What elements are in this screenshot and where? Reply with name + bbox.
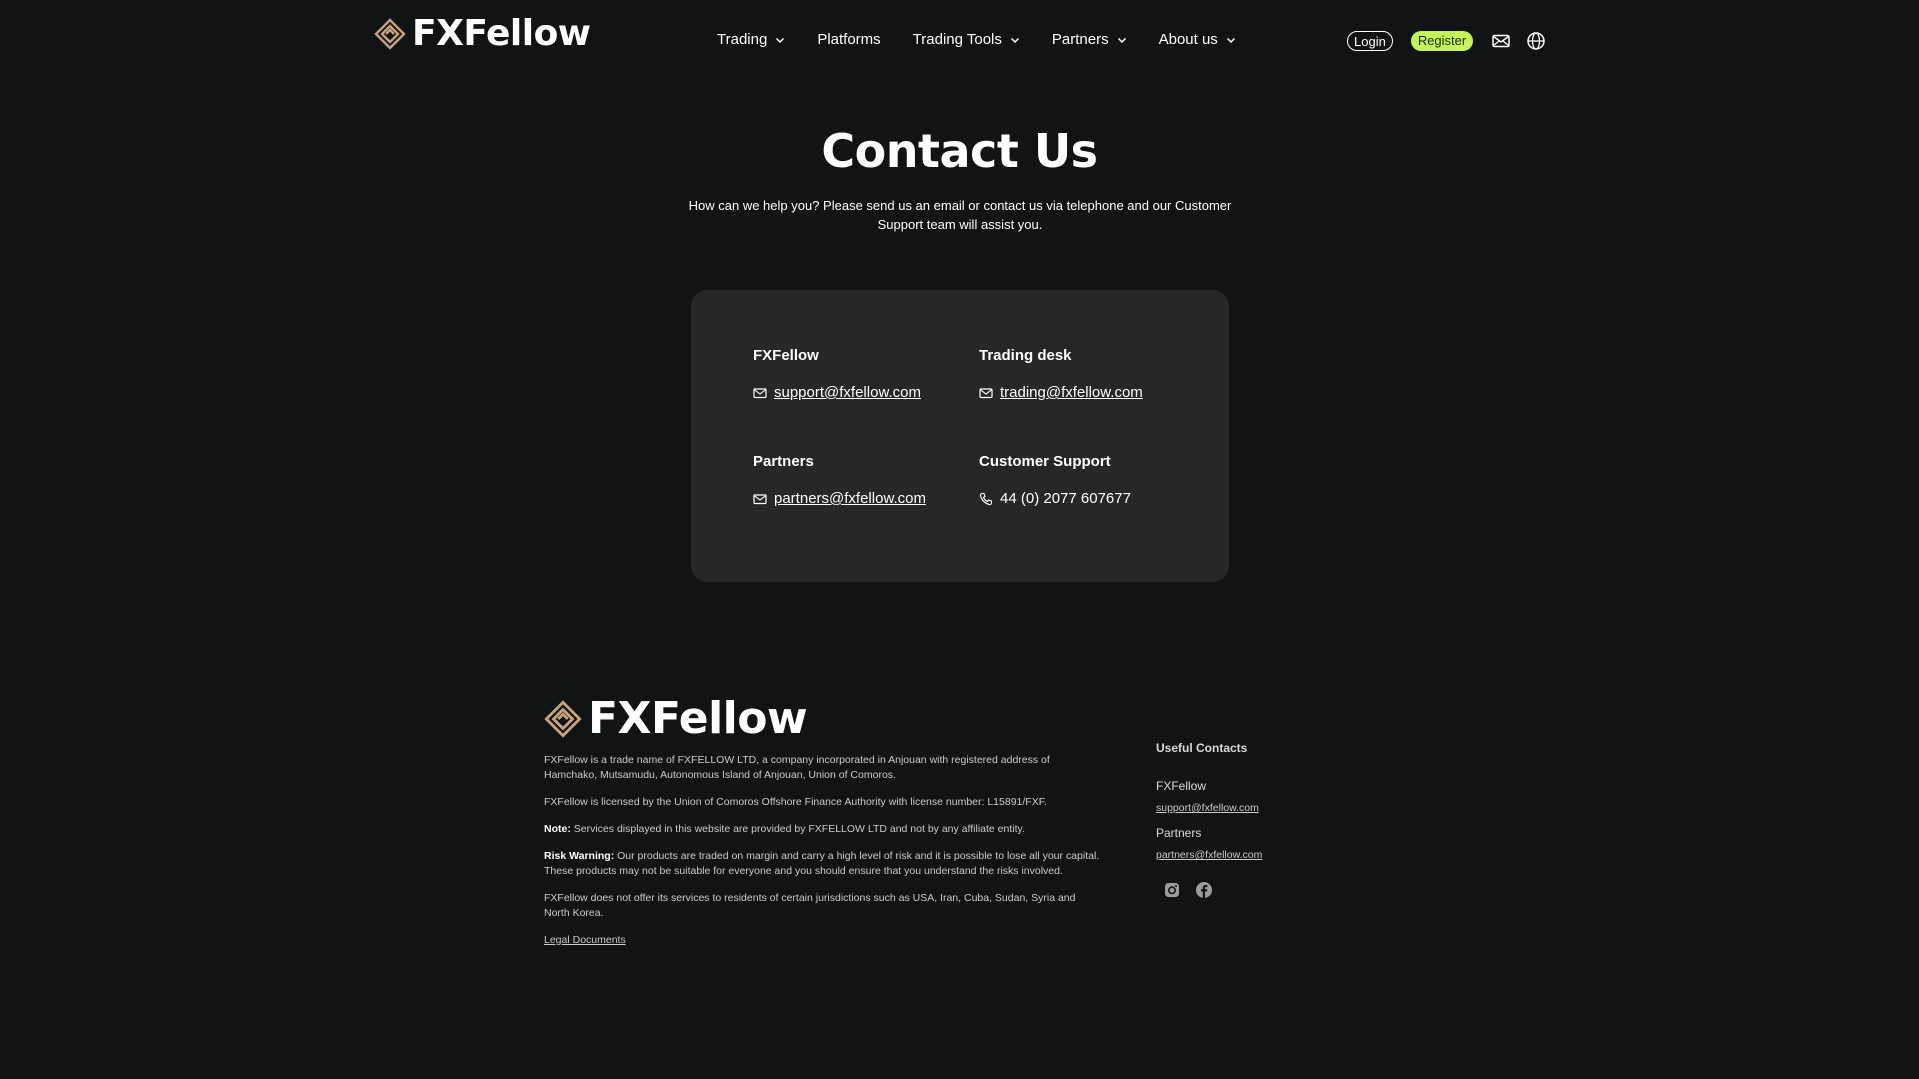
- support-phone: 44 (0) 2077 607677: [1000, 490, 1131, 507]
- mail-icon[interactable]: [1491, 31, 1511, 51]
- globe-icon[interactable]: [1526, 31, 1546, 51]
- main-nav: Trading Platforms Trading Tools Partners…: [717, 31, 1236, 48]
- risk-paragraph: Risk Warning: Our products are traded on…: [544, 849, 1104, 879]
- nav-label: Platforms: [817, 31, 881, 48]
- note-text: Services displayed in this website are p…: [570, 823, 1025, 835]
- useful-support-email-link[interactable]: support@fxfellow.com: [1156, 802, 1316, 814]
- register-button[interactable]: Register: [1410, 31, 1474, 51]
- nav-item-trading[interactable]: Trading: [717, 31, 785, 48]
- header-logo[interactable]: FXFellow: [374, 16, 591, 52]
- useful-contacts-title: Useful Contacts: [1156, 741, 1248, 755]
- logo-mark-icon: [374, 18, 406, 50]
- chevron-down-icon: [1010, 37, 1019, 43]
- contact-title: Trading desk: [979, 347, 1072, 364]
- jurisdictions-info: FXFellow does not offer its services to …: [544, 892, 1076, 919]
- instagram-icon[interactable]: [1163, 881, 1181, 899]
- risk-text: Our products are traded on margin and ca…: [544, 850, 1100, 877]
- contact-title: Partners: [753, 453, 814, 470]
- risk-label: Risk Warning:: [544, 850, 615, 862]
- chevron-down-icon: [1226, 37, 1235, 43]
- footer-disclaimer: FXFellow is a trade name of FXFELLOW LTD…: [544, 753, 1104, 960]
- chevron-down-icon: [1117, 37, 1126, 43]
- contact-card: FXFellow support@fxfellow.com Trading de…: [691, 290, 1229, 582]
- nav-label: Trading: [717, 31, 768, 48]
- header-actions: Login Register: [1347, 31, 1561, 51]
- nav-item-partners[interactable]: Partners: [1052, 31, 1127, 48]
- page-title: Contact Us: [821, 124, 1098, 178]
- contact-title: FXFellow: [753, 347, 819, 364]
- useful-contact-name: FXFellow: [1156, 779, 1207, 793]
- useful-partners-email-link[interactable]: partners@fxfellow.com: [1156, 849, 1316, 861]
- mail-icon: [753, 493, 767, 504]
- social-links: [1163, 881, 1316, 899]
- contact-customer-support: Customer Support 44 (0) 2077 607677: [979, 453, 1131, 507]
- nav-item-about-us[interactable]: About us: [1159, 31, 1236, 48]
- mail-icon: [753, 387, 767, 398]
- brand-name: FXFellow: [412, 13, 591, 54]
- partners-email-link[interactable]: partners@fxfellow.com: [774, 490, 926, 507]
- contact-line: 44 (0) 2077 607677: [979, 490, 1131, 507]
- note-label: Note:: [544, 823, 571, 835]
- phone-icon: [979, 492, 993, 505]
- nav-label: About us: [1158, 31, 1218, 48]
- contact-line: trading@fxfellow.com: [979, 384, 1143, 401]
- site-header: FXFellow Trading Platforms Trading Tools…: [0, 0, 1919, 84]
- contact-trading-desk: Trading desk trading@fxfellow.com: [979, 347, 1143, 401]
- note-paragraph: Note: Services displayed in this website…: [544, 822, 1104, 837]
- license-info: FXFellow is licensed by the Union of Com…: [544, 796, 1047, 808]
- nav-label: Trading Tools: [912, 31, 1002, 48]
- nav-label: Partners: [1051, 31, 1109, 48]
- useful-contact-name: Partners: [1156, 826, 1202, 840]
- contact-partners: Partners partners@fxfellow.com: [753, 453, 926, 507]
- brand-name: FXFellow: [588, 693, 808, 744]
- useful-contacts: Useful Contacts FXFellow support@fxfello…: [1156, 741, 1316, 899]
- mail-icon: [979, 387, 993, 398]
- contact-fxfellow: FXFellow support@fxfellow.com: [753, 347, 921, 401]
- contact-line: partners@fxfellow.com: [753, 490, 926, 507]
- page-subtitle: How can we help you? Please send us an e…: [688, 198, 1232, 232]
- nav-item-trading-tools[interactable]: Trading Tools: [913, 31, 1020, 48]
- contact-title: Customer Support: [979, 453, 1111, 470]
- logo-mark-icon: [544, 700, 582, 738]
- facebook-icon[interactable]: [1195, 881, 1213, 899]
- legal-documents-link[interactable]: Legal Documents: [544, 934, 626, 946]
- nav-item-platforms[interactable]: Platforms: [817, 31, 880, 48]
- company-info: FXFellow is a trade name of FXFELLOW LTD…: [544, 754, 1050, 781]
- contact-line: support@fxfellow.com: [753, 384, 921, 401]
- support-email-link[interactable]: support@fxfellow.com: [774, 384, 921, 401]
- chevron-down-icon: [776, 37, 785, 43]
- login-button[interactable]: Login: [1347, 31, 1393, 51]
- trading-email-link[interactable]: trading@fxfellow.com: [1000, 384, 1143, 401]
- footer-logo[interactable]: FXFellow: [544, 693, 808, 744]
